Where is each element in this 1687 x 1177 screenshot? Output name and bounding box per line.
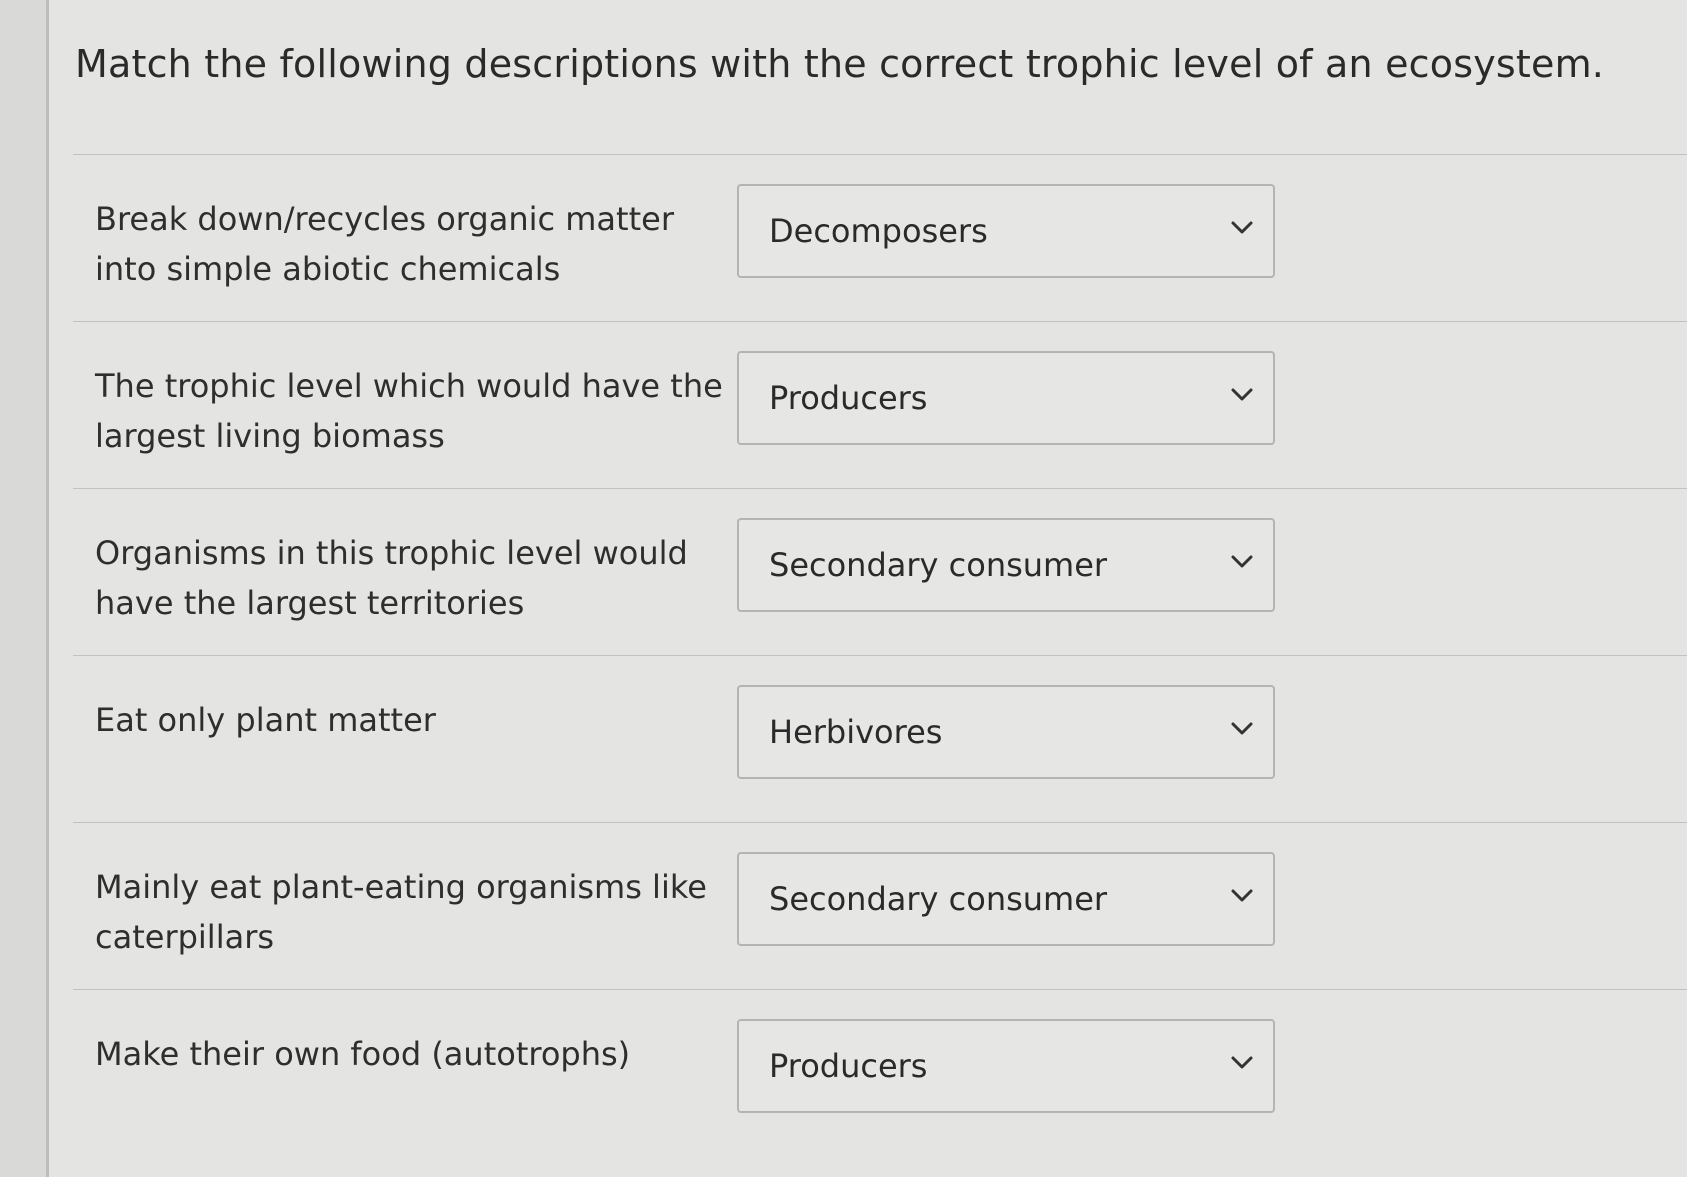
match-row-1: Break down/recycles organic matter into …: [89, 154, 1319, 321]
dropdown-selected-value: Herbivores: [769, 713, 943, 751]
match-row-4: Eat only plant matter Herbivores: [89, 655, 1319, 822]
match-row-6: Make their own food (autotrophs) Produce…: [89, 989, 1319, 1156]
match-prompt: The trophic level which would have the l…: [95, 367, 723, 455]
dropdown-selected-value: Producers: [769, 1047, 928, 1085]
dropdown-selected-value: Decomposers: [769, 212, 988, 250]
match-row-2: The trophic level which would have the l…: [89, 321, 1319, 488]
chevron-down-icon: [1229, 385, 1255, 405]
chevron-down-icon: [1229, 719, 1255, 739]
chevron-down-icon: [1229, 552, 1255, 572]
dropdown-selected-value: Secondary consumer: [769, 880, 1108, 918]
chevron-down-icon: [1229, 218, 1255, 238]
question-panel: Match the following descriptions with th…: [46, 0, 1687, 1177]
dropdown-selected-value: Producers: [769, 379, 928, 417]
match-prompt: Organisms in this trophic level would ha…: [95, 534, 688, 622]
match-row-5: Mainly eat plant-eating organisms like c…: [89, 822, 1319, 989]
match-prompt: Eat only plant matter: [95, 701, 436, 739]
match-prompt: Make their own food (autotrophs): [95, 1035, 631, 1073]
answer-dropdown[interactable]: Herbivores: [737, 685, 1275, 779]
chevron-down-icon: [1229, 886, 1255, 906]
answer-dropdown[interactable]: Producers: [737, 351, 1275, 445]
match-row-3: Organisms in this trophic level would ha…: [89, 488, 1319, 655]
answer-dropdown[interactable]: Producers: [737, 1019, 1275, 1113]
chevron-down-icon: [1229, 1053, 1255, 1073]
dropdown-selected-value: Secondary consumer: [769, 546, 1108, 584]
match-prompt: Break down/recycles organic matter into …: [95, 200, 674, 288]
question-title: Match the following descriptions with th…: [75, 42, 1605, 86]
answer-dropdown[interactable]: Secondary consumer: [737, 852, 1275, 946]
match-prompt: Mainly eat plant-eating organisms like c…: [95, 868, 707, 956]
answer-dropdown[interactable]: Secondary consumer: [737, 518, 1275, 612]
answer-dropdown[interactable]: Decomposers: [737, 184, 1275, 278]
